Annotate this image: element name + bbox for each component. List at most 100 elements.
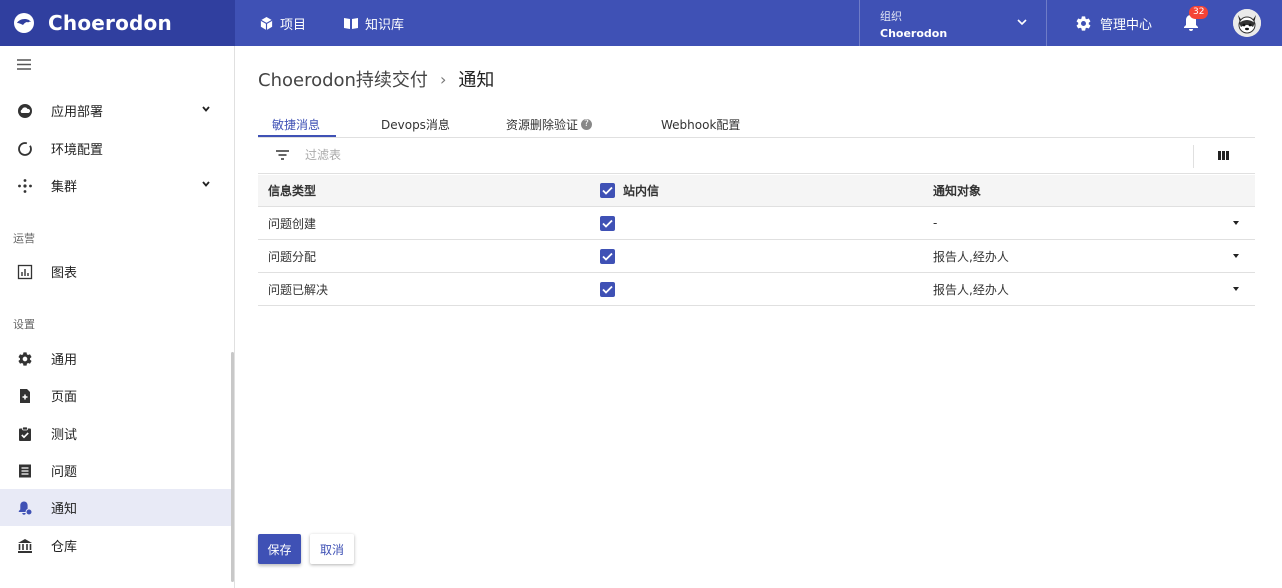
admin-center-label: 管理中心: [1100, 17, 1153, 33]
filter-divider: [1193, 145, 1194, 168]
table-header: 信息类型 站内信 通知对象: [258, 175, 1255, 207]
header-message-type: 信息类型: [268, 184, 317, 198]
sidebar-item-app-deploy[interactable]: 应用部署: [0, 92, 231, 129]
check-icon: [602, 285, 613, 294]
select-all-checkbox[interactable]: [600, 183, 615, 198]
sidebar-item-charts[interactable]: 图表: [0, 253, 231, 290]
sidebar-item-general[interactable]: 通用: [0, 340, 231, 377]
notification-badge: 32: [1189, 6, 1209, 19]
logo[interactable]: Choerodon: [0, 0, 235, 46]
sidebar-item-notification[interactable]: 通知: [0, 489, 231, 526]
check-icon: [602, 219, 613, 228]
table-row: 问题已解决 报告人,经办人: [258, 273, 1255, 306]
breadcrumb-separator: ›: [439, 69, 447, 89]
choerodon-logo-icon: [14, 13, 34, 33]
header-in-app-label: 站内信: [623, 184, 660, 198]
sidebar-item-env-config[interactable]: 环境配置: [0, 130, 231, 167]
cell-in-app: [600, 273, 615, 305]
bell-settings-icon: [17, 500, 33, 516]
sidebar-item-label: 应用部署: [51, 105, 104, 120]
nav-knowledge-base[interactable]: 知识库: [343, 0, 404, 46]
cell-in-app: [600, 207, 615, 239]
breadcrumb-parent[interactable]: Choerodon持续交付: [258, 66, 428, 92]
nav-projects-label: 项目: [280, 17, 307, 33]
in-app-checkbox[interactable]: [600, 248, 615, 264]
sidebar-item-test[interactable]: 测试: [0, 415, 231, 452]
ring-icon: [17, 141, 33, 157]
table-row: 问题分配 报告人,经办人: [258, 240, 1255, 273]
filter-icon: [276, 150, 289, 160]
sidebar-item-label: 问题: [51, 465, 78, 480]
sidebar-item-label: 仓库: [51, 540, 78, 555]
sidebar-item-repository[interactable]: 仓库: [0, 527, 231, 564]
check-icon: [602, 252, 613, 261]
org-selector[interactable]: 组织 Choerodon: [859, 0, 1047, 46]
gear-icon: [1076, 15, 1091, 31]
dropdown-caret-icon[interactable]: [1233, 254, 1239, 258]
sidebar-scrollbar[interactable]: [231, 352, 234, 582]
in-app-checkbox[interactable]: [600, 281, 615, 297]
user-avatar-icon: [1233, 9, 1261, 37]
chevron-down-icon: [1017, 19, 1027, 26]
sidebar-item-label: 测试: [51, 428, 78, 443]
cell-message-type: 问题已解决: [268, 282, 329, 297]
cube-icon: [260, 16, 273, 30]
tab-devops-messages[interactable]: Devops消息: [381, 116, 450, 133]
chevron-down-icon: [202, 106, 210, 112]
notification-table: 信息类型 站内信 通知对象 问题创建 - 问题分配 报告人,经办人 问题已解决 …: [258, 175, 1255, 306]
save-button[interactable]: 保存: [258, 534, 301, 564]
filter-input[interactable]: [305, 148, 905, 162]
tab-bar: 敏捷消息 Devops消息 资源删除验证 ? Webhook配置: [258, 110, 1255, 138]
tab-label: 敏捷消息: [272, 118, 321, 132]
sidebar-item-page[interactable]: 页面: [0, 377, 231, 414]
cluster-icon: [17, 178, 33, 194]
nav-projects[interactable]: 项目: [259, 0, 306, 46]
gear-icon: [17, 351, 33, 367]
cell-notify-target[interactable]: 报告人,经办人: [933, 240, 1009, 272]
page-title: 通知: [458, 70, 495, 91]
app-name: Choerodon: [48, 11, 172, 35]
chevron-down-icon: [202, 181, 210, 187]
cell-notify-target[interactable]: 报告人,经办人: [933, 273, 1009, 305]
page-add-icon: [17, 388, 33, 404]
help-icon[interactable]: ?: [581, 119, 593, 130]
filter-bar: [258, 139, 1255, 174]
list-icon: [17, 463, 33, 479]
cloud-icon: [17, 103, 33, 119]
tab-label: 资源删除验证: [506, 118, 579, 132]
sidebar-item-label: 图表: [51, 266, 78, 281]
table-row: 问题创建 -: [258, 207, 1255, 240]
sidebar-item-issue[interactable]: 问题: [0, 452, 231, 489]
cell-notify-target[interactable]: -: [933, 207, 937, 239]
columns-icon[interactable]: [1218, 151, 1229, 160]
tab-label: Webhook配置: [661, 118, 741, 132]
tab-agile-messages[interactable]: 敏捷消息: [272, 116, 320, 133]
org-selector-label: 组织: [880, 10, 902, 23]
menu-icon[interactable]: [17, 59, 31, 70]
cancel-button[interactable]: 取消: [310, 534, 354, 564]
sidebar-item-cluster[interactable]: 集群: [0, 167, 231, 204]
sidebar-item-label: 环境配置: [51, 143, 104, 158]
sidebar: 应用部署 环境配置 集群 运营 图表 设置 通用 页面 测试 问题 通知 仓库: [0, 46, 235, 588]
chart-icon: [17, 264, 33, 280]
cell-in-app: [600, 240, 615, 272]
breadcrumb: Choerodon持续交付 › 通知: [258, 66, 494, 92]
dropdown-caret-icon[interactable]: [1233, 221, 1239, 225]
sidebar-section-ops: 运营: [13, 232, 35, 245]
sidebar-item-label: 通用: [51, 353, 78, 368]
header-notify-target: 通知对象: [933, 184, 982, 198]
tab-active-indicator: [258, 135, 336, 137]
cell-message-type: 问题分配: [268, 249, 317, 264]
sidebar-item-label: 页面: [51, 390, 78, 405]
tab-resource-delete-verify[interactable]: 资源删除验证 ?: [506, 116, 593, 133]
in-app-checkbox[interactable]: [600, 215, 615, 231]
tab-webhook-config[interactable]: Webhook配置: [661, 116, 740, 133]
top-bar: Choerodon 项目 知识库 组织 Choerodon 管理中心 32: [0, 0, 1282, 46]
avatar[interactable]: [1233, 9, 1261, 37]
tab-label: Devops消息: [381, 118, 450, 132]
admin-center-button[interactable]: 管理中心: [1075, 0, 1152, 46]
nav-knowledge-base-label: 知识库: [365, 17, 405, 33]
check-icon: [602, 186, 613, 195]
dropdown-caret-icon[interactable]: [1233, 287, 1239, 291]
header-in-app: 站内信: [600, 175, 659, 206]
